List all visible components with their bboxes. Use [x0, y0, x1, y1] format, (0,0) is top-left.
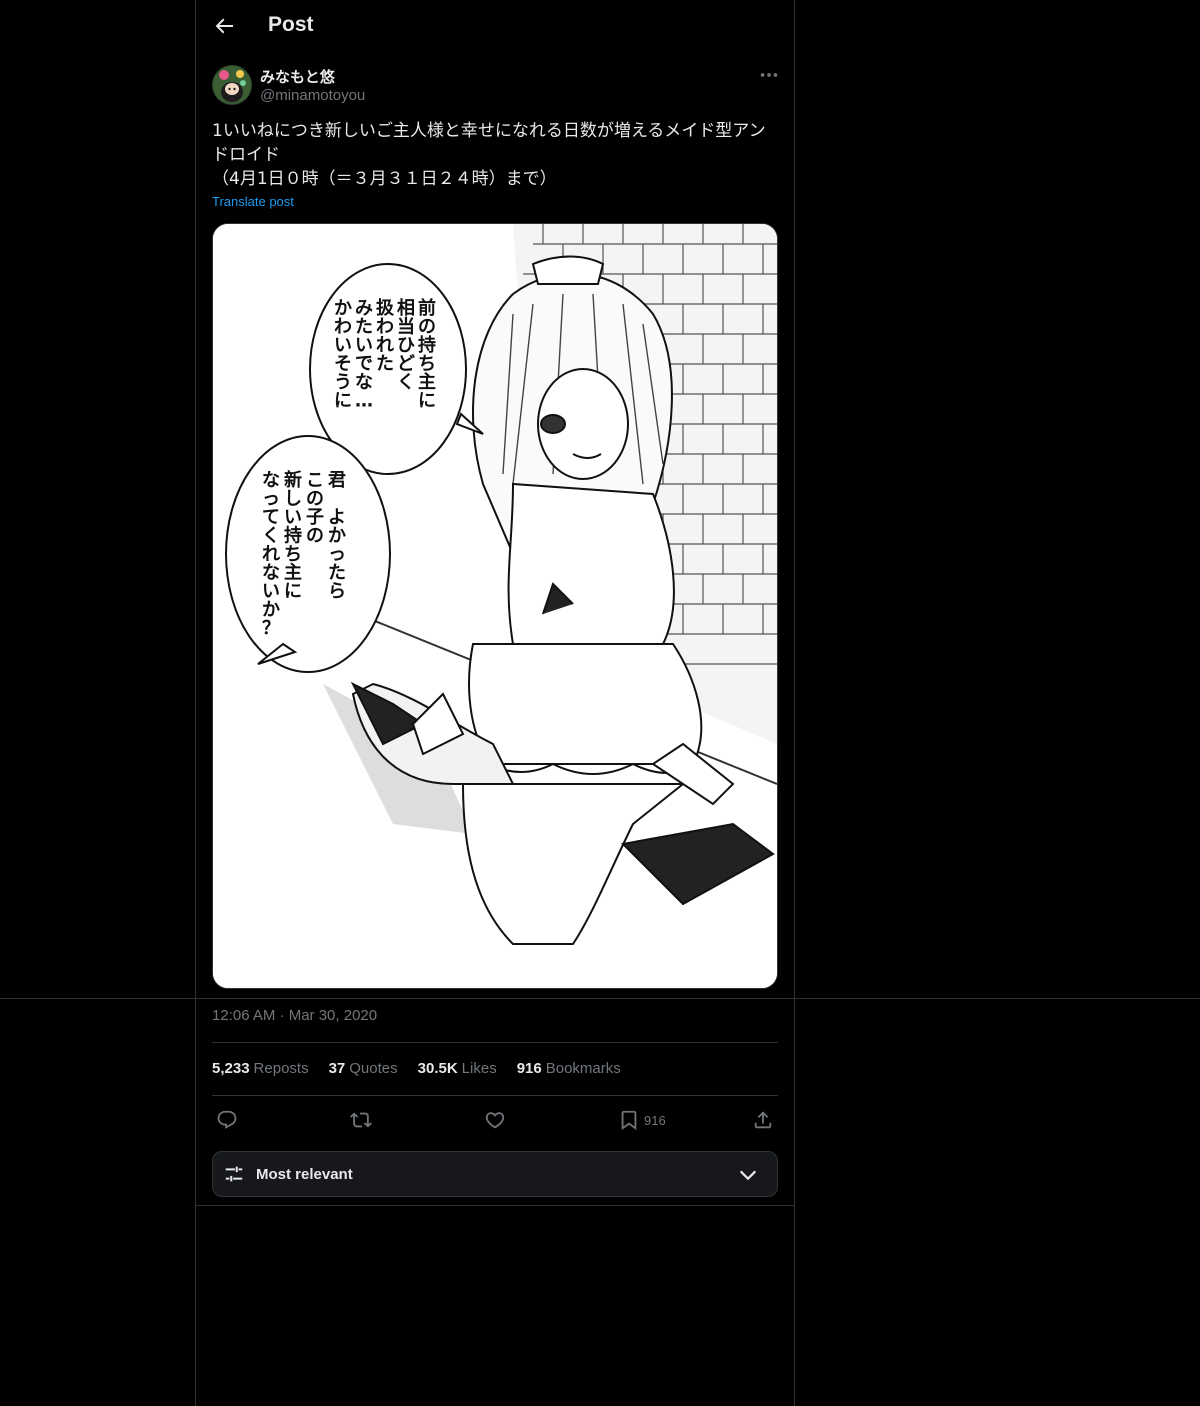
avatar[interactable] [212, 65, 252, 105]
bookmark-button[interactable]: 916 [618, 1108, 666, 1132]
author-handle[interactable]: @minamotoyou [260, 87, 365, 104]
bubble-top-line: 前の持ち主に [418, 297, 436, 412]
divider [212, 1042, 778, 1043]
reply-button[interactable] [216, 1108, 238, 1132]
reposts-count: 5,233 [212, 1060, 250, 1077]
engagement-stats: 5,233 Reposts 37 Quotes 30.5K Likes 916 Book… [212, 1060, 621, 1077]
bubble-top-line: 相当ひどく [397, 298, 415, 393]
translate-post-link[interactable]: Translate post [212, 194, 294, 209]
likes-stat[interactable]: 30.5K Likes [418, 1060, 497, 1077]
reposts-stat[interactable]: 5,233 Reposts [212, 1060, 309, 1077]
replies-sort-label: Most relevant [256, 1166, 353, 1183]
bubble-bottom-line: 君 よかったら [328, 470, 346, 602]
repost-button[interactable] [350, 1108, 372, 1132]
divider-fullwidth [0, 998, 1200, 999]
quotes-stat[interactable]: 37 Quotes [329, 1060, 398, 1077]
divider [196, 1205, 794, 1206]
quotes-label: Quotes [349, 1060, 398, 1077]
bubble-bottom-line: 新しい持ち主に [284, 469, 302, 602]
back-arrow-icon[interactable] [212, 14, 236, 38]
bookmarks-stat[interactable]: 916 Bookmarks [517, 1060, 621, 1077]
share-button[interactable] [752, 1108, 774, 1132]
reposts-label: Reposts [253, 1060, 309, 1077]
divider [212, 1095, 778, 1096]
main-column: Post みなもと悠 @minamotoyou 1いいねにつき新しいご主人様と幸… [0, 0, 1200, 1406]
post-text: 1いいねにつき新しいご主人様と幸せになれる日数が増えるメイド型アンドロイド （4… [212, 121, 766, 189]
bubble-top-line: 扱われた [376, 298, 395, 375]
post-timestamp[interactable]: 12:06 AM · Mar 30, 2020 [212, 1007, 377, 1024]
bubble-bottom-line: この子の [306, 470, 324, 547]
bookmarks-count: 916 [516, 1060, 542, 1077]
likes-label: Likes [461, 1060, 497, 1077]
heart-icon [485, 1112, 505, 1129]
chevron-down-icon [739, 1170, 757, 1181]
post-image[interactable]: 前の持ち主に 相当ひどく 扱われた みたいでな… かわいそうに 君 よかったら この子の新… [212, 223, 778, 989]
repost-icon [350, 1112, 372, 1128]
bubble-bottom-line: なってくれないか？ [262, 470, 280, 639]
likes-count: 30.5K [417, 1060, 458, 1077]
quotes-count: 37 [328, 1060, 346, 1077]
page-title: Post [268, 13, 314, 36]
bubble-top-line: かわいそうに [334, 298, 352, 412]
share-icon [754, 1111, 772, 1129]
reply-icon [217, 1110, 237, 1129]
replies-sort-dropdown[interactable]: Most relevant [212, 1151, 778, 1197]
sliders-icon [225, 1166, 243, 1182]
author-display-name[interactable]: みなもと悠 [260, 66, 335, 87]
like-button[interactable] [484, 1108, 506, 1132]
bubble-top-line: みたいでな… [355, 298, 373, 412]
avatar-image [212, 65, 252, 105]
manga-illustration: 前の持ち主に相当ひどく扱われたみたいでな…かわいそうに 君 よかったらこの子の新… [213, 224, 777, 988]
more-horizontal-icon[interactable] [758, 64, 780, 86]
bookmark-count: 916 [644, 1112, 666, 1128]
bookmark-icon [621, 1110, 637, 1131]
bookmarks-label: Bookmarks [545, 1060, 621, 1077]
